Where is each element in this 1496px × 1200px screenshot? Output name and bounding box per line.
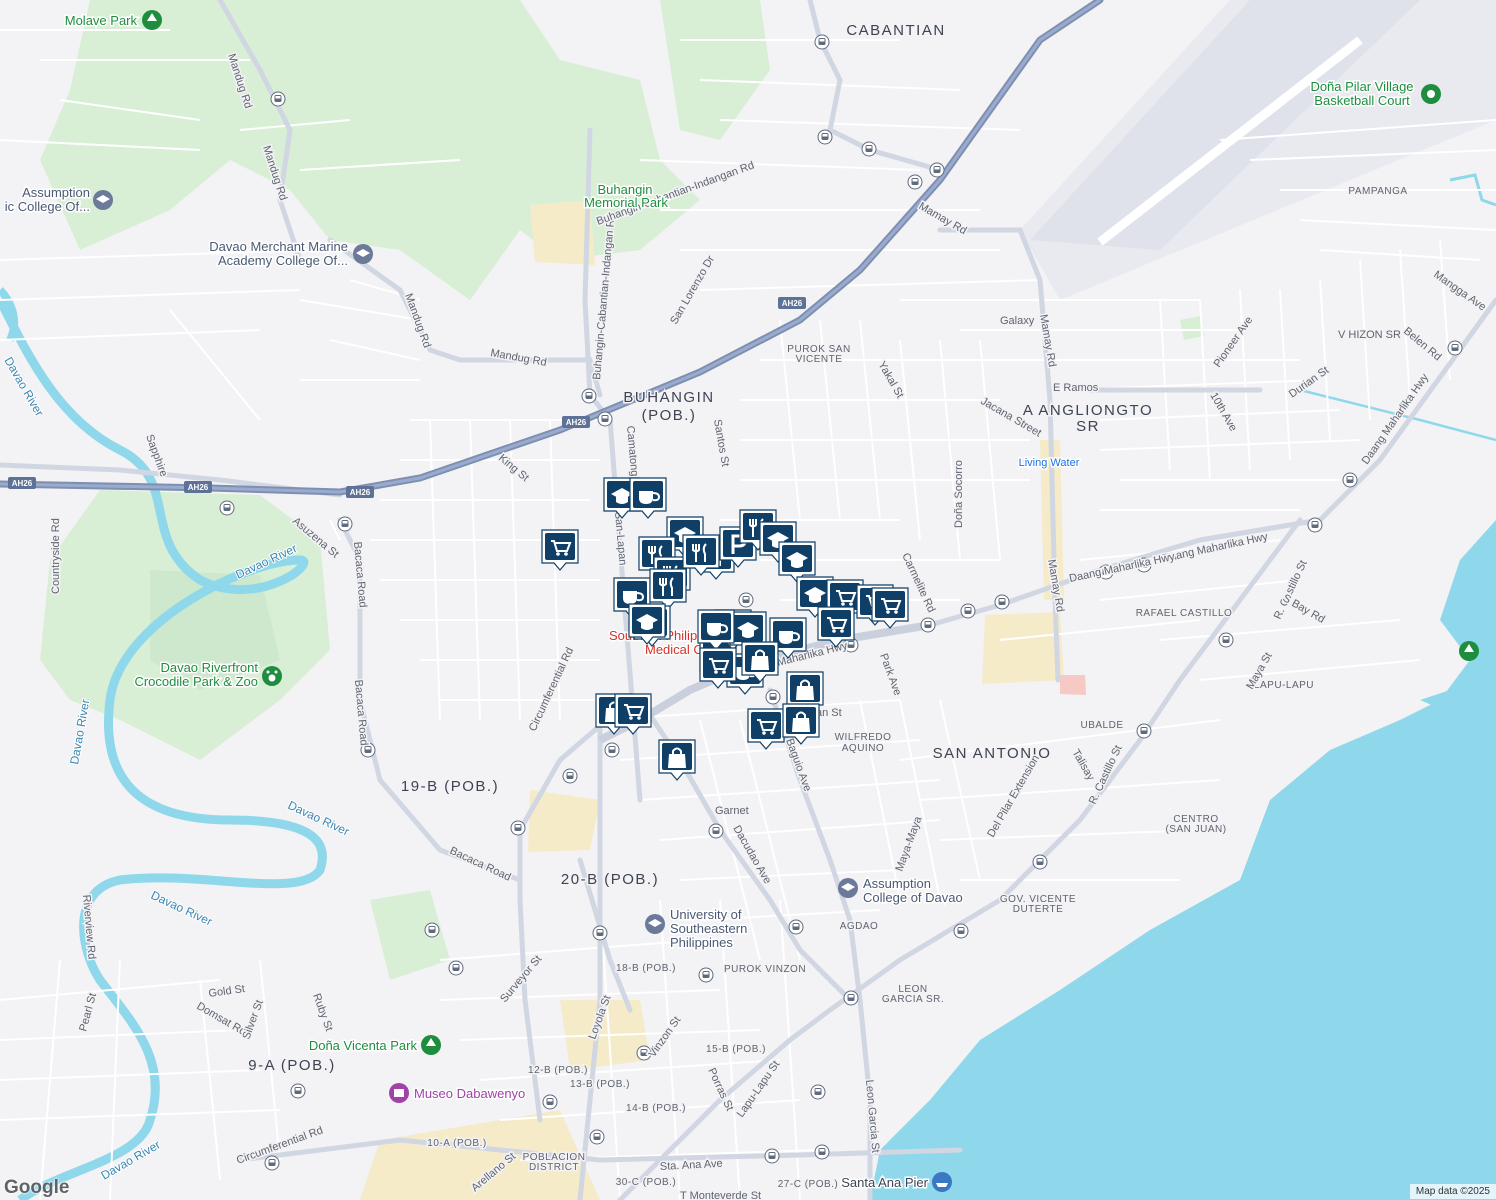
svg-text:Living Water: Living Water (1019, 457, 1080, 469)
svg-text:E Ramos: E Ramos (1053, 382, 1099, 394)
area-9a: 9-A (POB.) (248, 1057, 336, 1074)
svg-text:Santa Ana Pier: Santa Ana Pier (841, 1175, 928, 1190)
school-icon (93, 190, 113, 210)
svg-text:Davao Riverfront: Davao Riverfront (160, 660, 258, 675)
svg-text:Doña Pilar Village: Doña Pilar Village (1310, 79, 1413, 94)
svg-text:27-C (POB.): 27-C (POB.) (778, 1179, 839, 1190)
svg-text:Galaxy: Galaxy (1000, 315, 1035, 327)
svg-text:Academy College Of...: Academy College Of... (218, 253, 348, 268)
svg-text:DUTERTE: DUTERTE (1013, 904, 1064, 915)
map-canvas[interactable]: AH26 AH26 AH26 AH26 AH26 CABANTIAN BUHAN… (0, 0, 1496, 1200)
svg-text:College of Davao: College of Davao (863, 890, 963, 905)
school-icon (353, 244, 373, 264)
svg-text:AQUINO: AQUINO (842, 743, 884, 754)
svg-text:SR: SR (1076, 418, 1100, 435)
zoo-icon (262, 666, 282, 686)
svg-text:AGDAO: AGDAO (840, 921, 879, 932)
svg-text:Garnet: Garnet (715, 805, 749, 817)
svg-text:Crocodile Park & Zoo: Crocodile Park & Zoo (134, 674, 258, 689)
svg-text:Philippines: Philippines (670, 935, 733, 950)
svg-text:DISTRICT: DISTRICT (529, 1162, 579, 1173)
svg-text:LAPU-LAPU: LAPU-LAPU (1254, 680, 1314, 691)
google-logo: Google (4, 1177, 70, 1198)
park-icon (142, 10, 162, 30)
svg-text:Museo Dabawenyo: Museo Dabawenyo (414, 1086, 525, 1101)
area-buhangin: BUHANGIN (623, 389, 714, 406)
svg-text:an St: an St (816, 707, 842, 719)
area-cabantian: CABANTIAN (846, 22, 945, 39)
svg-text:15-B (POB.): 15-B (POB.) (706, 1044, 766, 1055)
svg-text:Assumption: Assumption (22, 185, 90, 200)
svg-text:30-C (POB.): 30-C (POB.) (616, 1177, 677, 1188)
svg-text:University of: University of (670, 907, 742, 922)
svg-text:T Monteverde St: T Monteverde St (680, 1190, 761, 1200)
svg-text:RAFAEL CASTILLO: RAFAEL CASTILLO (1136, 608, 1233, 619)
area-20b: 20-B (POB.) (561, 871, 659, 888)
museum-icon (389, 1083, 409, 1103)
svg-text:Basketball Court: Basketball Court (1314, 93, 1410, 108)
svg-text:AH26: AH26 (188, 483, 209, 492)
svg-text:10-A (POB.): 10-A (POB.) (427, 1138, 486, 1149)
svg-text:V HIZON SR: V HIZON SR (1338, 329, 1401, 341)
svg-text:(SAN JUAN): (SAN JUAN) (1165, 824, 1226, 835)
svg-text:18-B (POB.): 18-B (POB.) (616, 963, 676, 974)
svg-text:12-B (POB.): 12-B (POB.) (528, 1065, 588, 1076)
svg-text:ic College Of...: ic College Of... (5, 199, 90, 214)
school-icon (645, 914, 665, 934)
svg-text:Countryside Rd: Countryside Rd (50, 518, 62, 594)
svg-text:WILFREDO: WILFREDO (835, 732, 892, 743)
svg-text:PUROK VINZON: PUROK VINZON (724, 964, 806, 975)
area-19b: 19-B (POB.) (401, 778, 499, 795)
park-icon (1459, 641, 1479, 661)
svg-text:GARCIA SR.: GARCIA SR. (882, 994, 944, 1005)
svg-text:Doña Vicenta Park: Doña Vicenta Park (309, 1038, 418, 1053)
svg-text:Assumption: Assumption (863, 876, 931, 891)
ferry-icon (932, 1172, 952, 1192)
svg-text:Molave Park: Molave Park (65, 13, 138, 28)
area-a-angliongto: A ANGLIONGTO (1023, 402, 1153, 419)
svg-text:AH26: AH26 (12, 479, 33, 488)
svg-text:Davao Merchant Marine: Davao Merchant Marine (209, 239, 348, 254)
svg-text:Southeastern: Southeastern (670, 921, 747, 936)
svg-text:AH26: AH26 (350, 488, 371, 497)
svg-text:(POB.): (POB.) (642, 407, 697, 424)
map-data-credit[interactable]: Map data ©2025 (1409, 1184, 1496, 1199)
svg-text:VICENTE: VICENTE (796, 354, 843, 365)
svg-text:Memorial Park: Memorial Park (584, 195, 668, 210)
svg-text:PAMPANGA: PAMPANGA (1348, 186, 1407, 197)
svg-text:Doña Socorro: Doña Socorro (953, 460, 965, 528)
park-icon (421, 1035, 441, 1055)
svg-text:13-B (POB.): 13-B (POB.) (570, 1079, 630, 1090)
svg-text:AH26: AH26 (782, 299, 803, 308)
svg-text:14-B (POB.): 14-B (POB.) (626, 1103, 686, 1114)
svg-text:UBALDE: UBALDE (1080, 720, 1123, 731)
basketball-icon (1421, 84, 1441, 104)
svg-text:AH26: AH26 (566, 418, 587, 427)
school-icon (838, 878, 858, 898)
